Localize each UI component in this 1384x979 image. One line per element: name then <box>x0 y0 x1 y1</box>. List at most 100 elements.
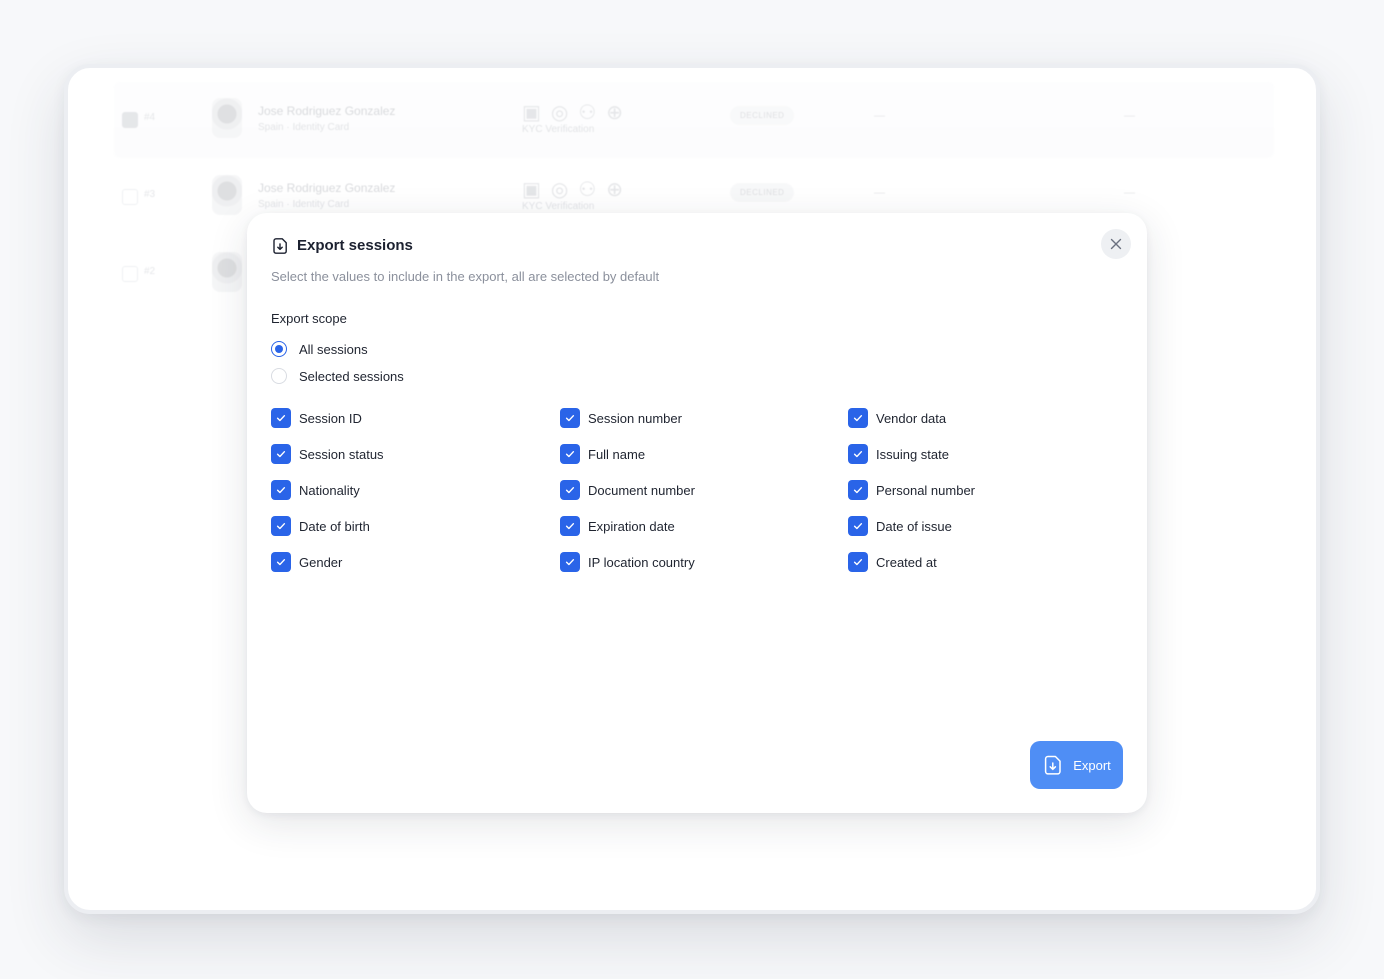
field-issuing-state[interactable]: Issuing state <box>848 444 1051 464</box>
modal-title: Export sessions <box>297 237 413 254</box>
export-button-label: Export <box>1073 757 1111 773</box>
radio-button[interactable] <box>271 368 287 384</box>
field-label: Gender <box>299 554 343 570</box>
status-badge: DECLINED <box>730 183 795 202</box>
field-label: Issuing state <box>876 446 949 462</box>
field-session-id[interactable]: Session ID <box>271 408 560 428</box>
field-date-of-birth[interactable]: Date of birth <box>271 516 560 536</box>
row-cell: — <box>874 110 885 122</box>
check-icon <box>853 487 863 494</box>
checkbox[interactable] <box>560 516 580 536</box>
checkbox[interactable] <box>271 480 291 500</box>
row-cell: — <box>874 187 885 199</box>
row-document: Spain · Identity Card <box>258 199 350 210</box>
checkbox[interactable] <box>560 408 580 428</box>
check-icon <box>276 451 286 458</box>
field-label: Date of issue <box>876 518 952 534</box>
field-vendor-data[interactable]: Vendor data <box>848 408 1051 428</box>
field-label: Full name <box>588 446 646 462</box>
checkbox[interactable] <box>560 552 580 572</box>
export-scope-label: Export scope <box>271 311 347 326</box>
checkbox[interactable] <box>848 408 868 428</box>
modal-subtitle: Select the values to include in the expo… <box>271 269 660 284</box>
checkbox[interactable] <box>271 408 291 428</box>
checkbox[interactable] <box>271 516 291 536</box>
check-icon <box>276 559 286 566</box>
checkbox[interactable] <box>271 444 291 464</box>
row-checkbox <box>122 112 138 128</box>
row-name: Jose Rodriguez Gonzalez <box>258 104 396 118</box>
field-gender[interactable]: Gender <box>271 552 560 572</box>
field-label: Document number <box>588 482 695 498</box>
row-cell: — <box>1124 187 1135 199</box>
row-document: Spain · Identity Card <box>258 122 350 133</box>
avatar <box>212 98 242 138</box>
field-label: Session status <box>299 446 384 462</box>
check-icon <box>565 559 575 566</box>
row-workflow: KYC Verification <box>522 124 595 135</box>
field-session-status[interactable]: Session status <box>271 444 560 464</box>
check-icon <box>565 451 575 458</box>
row-cell: — <box>1124 110 1135 122</box>
field-label: Date of birth <box>299 518 370 534</box>
close-button[interactable] <box>1101 229 1131 259</box>
check-icon <box>565 415 575 422</box>
field-label: Created at <box>876 554 937 570</box>
row-checkbox <box>122 266 138 282</box>
verification-icons: ▣◎⚇⊕ <box>522 102 634 124</box>
field-label: Vendor data <box>876 410 947 426</box>
checkbox[interactable] <box>560 444 580 464</box>
field-nationality[interactable]: Nationality <box>271 480 560 500</box>
field-ip-location-country[interactable]: IP location country <box>560 552 848 572</box>
row-number: #3 <box>144 189 156 200</box>
checkbox[interactable] <box>848 516 868 536</box>
checkbox[interactable] <box>560 480 580 500</box>
avatar <box>212 252 242 292</box>
checkbox[interactable] <box>848 480 868 500</box>
verification-icons: ▣◎⚇⊕ <box>522 179 634 201</box>
field-full-name[interactable]: Full name <box>560 444 848 464</box>
field-label: Session ID <box>299 410 362 426</box>
field-label: Expiration date <box>588 518 675 534</box>
avatar <box>212 175 242 215</box>
field-label: IP location country <box>588 554 695 570</box>
check-icon <box>853 523 863 530</box>
field-label: Personal number <box>876 482 975 498</box>
status-badge: DECLINED <box>730 106 795 125</box>
field-session-number[interactable]: Session number <box>560 408 848 428</box>
file-export-icon <box>273 238 287 254</box>
row-checkbox <box>122 189 138 205</box>
field-label: Nationality <box>299 482 360 498</box>
radio-label: All sessions <box>299 341 368 357</box>
checkbox[interactable] <box>848 444 868 464</box>
checkbox[interactable] <box>271 552 291 572</box>
check-icon <box>565 487 575 494</box>
radio-label: Selected sessions <box>299 368 404 384</box>
radio-button[interactable] <box>271 341 287 357</box>
check-icon <box>853 415 863 422</box>
row-number: #4 <box>144 112 156 123</box>
row-number: #2 <box>144 266 156 277</box>
export-button[interactable]: Export <box>1030 741 1123 789</box>
row-workflow: KYC Verification <box>522 201 595 212</box>
export-sessions-modal: Export sessions Select the values to inc… <box>247 213 1147 813</box>
row-name: Jose Rodriguez Gonzalez <box>258 181 396 195</box>
field-personal-number[interactable]: Personal number <box>848 480 1051 500</box>
check-icon <box>565 523 575 530</box>
field-created-at[interactable]: Created at <box>848 552 1051 572</box>
field-document-number[interactable]: Document number <box>560 480 848 500</box>
scope-option-all-sessions[interactable]: All sessions <box>271 340 368 358</box>
field-expiration-date[interactable]: Expiration date <box>560 516 848 536</box>
checkbox[interactable] <box>848 552 868 572</box>
check-icon <box>276 523 286 530</box>
check-icon <box>853 559 863 566</box>
field-date-of-issue[interactable]: Date of issue <box>848 516 1051 536</box>
field-label: Session number <box>588 410 682 426</box>
scope-option-selected-sessions[interactable]: Selected sessions <box>271 367 404 385</box>
check-icon <box>276 415 286 422</box>
close-icon <box>1110 238 1122 250</box>
export-fields-grid: Session ID Session number Vendor data Se… <box>271 408 1051 588</box>
file-export-icon <box>1045 755 1061 775</box>
check-icon <box>853 451 863 458</box>
table-row: #4 Jose Rodriguez Gonzalez Spain · Ident… <box>114 82 1274 158</box>
